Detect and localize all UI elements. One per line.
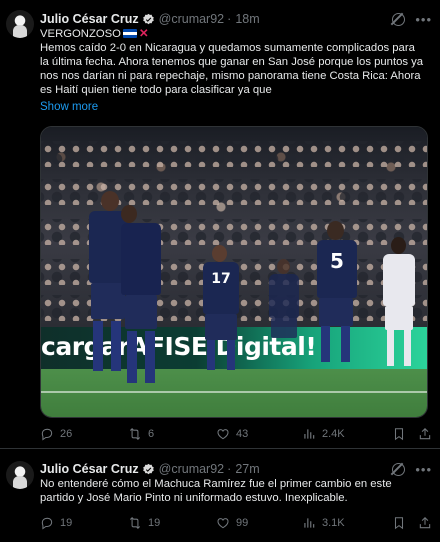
author-handle[interactable]: @crumar92 [159, 462, 225, 476]
separator-dot: · [227, 12, 232, 26]
retweet-icon [129, 517, 141, 529]
views-button[interactable]: 2.4K [302, 427, 345, 441]
like-button[interactable]: 99 [216, 516, 248, 530]
verified-icon [142, 463, 154, 474]
reply-icon [41, 517, 53, 530]
player-figure: 17 [197, 245, 247, 375]
share-button[interactable] [418, 427, 432, 441]
reply-count: 26 [60, 428, 73, 440]
player-figure [265, 259, 305, 359]
bookmark-icon [394, 517, 404, 530]
tweet-text-headline: VERGONZOSO [40, 28, 121, 40]
retweet-button[interactable]: 6 [128, 427, 154, 441]
grok-icon[interactable] [392, 12, 406, 26]
verified-icon [142, 13, 154, 24]
like-count: 99 [236, 517, 249, 529]
more-icon[interactable]: ••• [415, 13, 432, 26]
share-icon [419, 517, 431, 529]
reply-button[interactable]: 26 [40, 427, 72, 441]
retweet-count: 6 [148, 428, 155, 440]
like-button[interactable]: 43 [216, 427, 248, 441]
reply-button[interactable]: 19 [40, 516, 72, 530]
tweet-text-line: VERGONZOSO ✕ [40, 28, 430, 42]
tweet-text-line: la última fecha. Ahora tenemos que ganar… [40, 56, 424, 68]
bookmark-button[interactable] [392, 516, 406, 530]
tweet-photo[interactable]: cargarAFISE Digital! 17 5 [40, 126, 428, 418]
view-count: 2.4K [322, 428, 345, 440]
tweet-text-line: Hemos caído 2-0 en Nicaragua y quedamos … [40, 42, 415, 54]
grok-icon[interactable] [392, 462, 406, 476]
tweet-header-actions: ••• [392, 10, 432, 28]
bookmark-icon [394, 428, 404, 441]
author-name[interactable]: Julio César Cruz [40, 12, 139, 26]
jersey-number: 5 [330, 249, 344, 273]
like-icon [217, 518, 229, 529]
tweet-text-line: nos nos darían ni para repechaje, mismo … [40, 70, 421, 82]
timestamp[interactable]: 27m [235, 462, 259, 476]
tweet-text-line: partido y José Mario Pinto ni uniformado… [40, 492, 348, 504]
views-icon [304, 518, 315, 528]
retweet-icon [129, 428, 141, 440]
bookmark-button[interactable] [392, 427, 406, 441]
tweet-header: Julio César Cruz @crumar92 · 27m [40, 460, 260, 478]
author-handle[interactable]: @crumar92 [159, 12, 225, 26]
show-more-link[interactable]: Show more [40, 101, 98, 113]
tweet-actions: 26 6 43 2.4K [40, 426, 432, 442]
crowd-row [41, 141, 427, 167]
cross-mark-icon: ✕ [138, 28, 149, 40]
player-figure: 5 [307, 221, 367, 371]
share-button[interactable] [418, 516, 432, 530]
player-figure [115, 203, 177, 393]
like-count: 43 [236, 428, 249, 440]
author-avatar[interactable] [6, 461, 34, 489]
tweet-header-actions: ••• [392, 460, 432, 478]
like-icon [217, 429, 229, 440]
more-icon[interactable]: ••• [415, 463, 432, 476]
reply-icon [41, 428, 53, 441]
timestamp[interactable]: 18m [235, 12, 259, 26]
tweet-text-line: No entenderé cómo el Machuca Ramírez fue… [40, 478, 392, 490]
tweet-actions: 19 19 99 3.1K [40, 515, 432, 531]
tweet-divider [0, 448, 440, 449]
author-avatar[interactable] [6, 10, 34, 38]
player-figure [377, 237, 421, 377]
share-icon [419, 428, 431, 440]
retweet-button[interactable]: 19 [128, 516, 160, 530]
tweet-text-line: es Haití quien tiene todo para clasifica… [40, 84, 272, 96]
views-button[interactable]: 3.1K [302, 516, 345, 530]
reply-count: 19 [60, 517, 73, 529]
separator-dot: · [227, 462, 232, 476]
tweet-header: Julio César Cruz @crumar92 · 18m [40, 10, 260, 28]
view-count: 3.1K [322, 517, 345, 529]
jersey-number: 17 [211, 271, 231, 287]
flag-icon [122, 29, 137, 38]
author-name[interactable]: Julio César Cruz [40, 462, 139, 476]
retweet-count: 19 [148, 517, 161, 529]
views-icon [304, 429, 315, 439]
